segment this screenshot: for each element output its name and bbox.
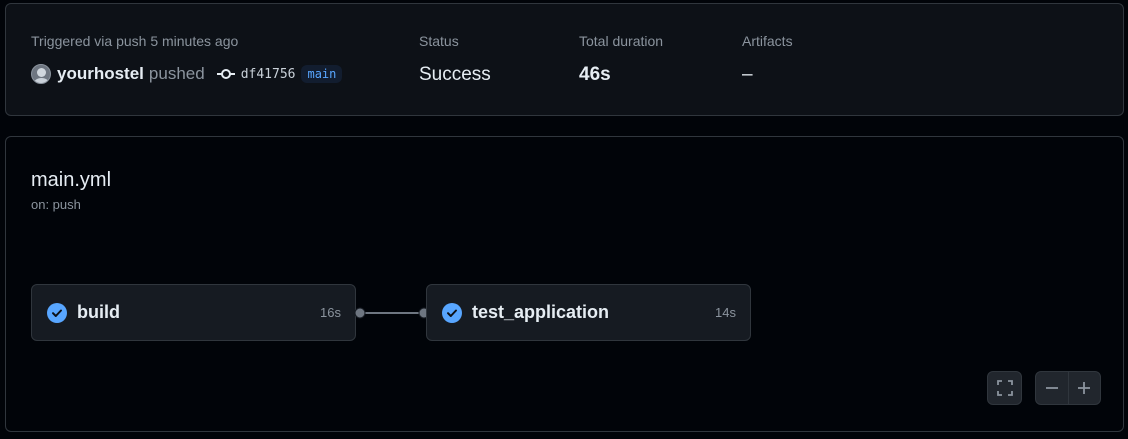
job-name: test_application bbox=[472, 302, 610, 322]
status-value: Success bbox=[419, 64, 491, 85]
commit-icon bbox=[216, 69, 235, 79]
commit-sha-link[interactable]: df41756 bbox=[241, 67, 296, 82]
zoom-out-button[interactable] bbox=[1036, 372, 1068, 404]
duration-label: Total duration bbox=[579, 33, 664, 49]
trigger-row: yourhostel pushed df41756 main bbox=[31, 64, 343, 84]
status-label: Status bbox=[419, 33, 459, 49]
job-test-application[interactable]: test_application 14s bbox=[426, 284, 751, 341]
zoom-in-icon bbox=[1078, 382, 1091, 394]
action-text: pushed bbox=[148, 64, 205, 83]
check-circle-icon bbox=[47, 303, 67, 323]
fullscreen-button[interactable] bbox=[987, 371, 1022, 405]
check-circle-icon bbox=[442, 303, 462, 323]
job-name: build bbox=[77, 302, 120, 322]
job-connector bbox=[355, 307, 429, 319]
duration-value: 46s bbox=[579, 64, 611, 85]
workflow-graph-panel: main.yml on: push build 16s test_applica… bbox=[5, 136, 1124, 432]
zoom-controls bbox=[1035, 371, 1101, 405]
fullscreen-icon bbox=[996, 380, 1013, 396]
run-summary-panel: Triggered via push 5 minutes ago yourhos… bbox=[5, 3, 1124, 116]
job-duration: 14s bbox=[715, 305, 736, 320]
zoom-in-button[interactable] bbox=[1068, 372, 1100, 404]
artifacts-label: Artifacts bbox=[742, 33, 793, 49]
avatar[interactable] bbox=[31, 64, 51, 84]
zoom-out-icon bbox=[1045, 387, 1058, 389]
branch-badge[interactable]: main bbox=[301, 65, 343, 83]
job-build[interactable]: build 16s bbox=[31, 284, 356, 341]
artifacts-value: – bbox=[742, 64, 753, 85]
workflow-trigger: on: push bbox=[31, 197, 81, 212]
workflow-title: main.yml bbox=[31, 169, 112, 191]
username-link[interactable]: yourhostel bbox=[57, 64, 144, 84]
trigger-text: Triggered via push 5 minutes ago bbox=[31, 33, 239, 49]
job-duration: 16s bbox=[320, 305, 341, 320]
